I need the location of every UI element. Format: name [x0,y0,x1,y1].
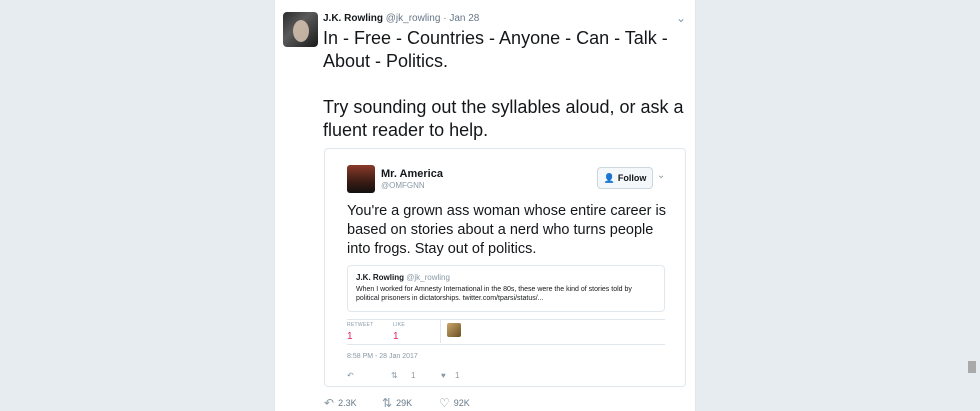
quoted-timestamp: 8:58 PM - 28 Jan 2017 [347,353,418,360]
retweet-button[interactable]: ⇅ 29K [382,396,412,410]
heart-icon: ♥ [441,371,446,380]
like-count: 92K [453,398,470,408]
author-handle[interactable]: @jk_rowling [386,13,441,24]
quoted-author-name: Mr. America [381,168,443,180]
quoted-author-handle: @OMFGNN [381,181,425,190]
author-avatar[interactable] [283,12,318,47]
reply-icon: ↶ [324,396,335,410]
heart-icon: ♡ [439,396,450,410]
chevron-down-icon[interactable]: ⌄ [676,11,686,25]
divider [440,320,441,343]
follow-button: 👤 Follow [597,167,653,189]
inner-header: J.K. Rowling @jk_rowling [356,273,450,282]
embedded-tweet-image[interactable]: Mr. America @OMFGNN 👤 Follow ⌄ You're a … [324,148,686,387]
follow-label: Follow [617,173,647,183]
retweet-icon: ⇅ [382,396,393,410]
tweet-header: J.K. Rowling @jk_rowling · Jan 28 [323,13,479,24]
author-name[interactable]: J.K. Rowling [323,13,383,24]
inner-quoted-tweet: J.K. Rowling @jk_rowling When I worked f… [347,265,665,312]
inner-author-handle: @jk_rowling [406,273,450,282]
scrollbar-thumb[interactable] [968,361,976,373]
quoted-text: You're a grown ass woman whose entire ca… [347,203,666,257]
liker-avatar [447,323,461,337]
retweet-stat: RETWEET 1 [347,322,374,342]
inner-text: When I worked for Amnesty International … [356,286,632,302]
retweet-icon: ⇅ [391,371,398,380]
divider [347,319,665,320]
reply-count: 2.3K [338,398,357,408]
chevron-down-icon: ⌄ [657,170,666,181]
like-stat: LIKE 1 [393,322,405,342]
quoted-like-count: 1 [455,371,460,380]
retweet-stat-value: 1 [347,331,353,342]
reply-icon: ↶ [347,371,354,380]
header-separator: · [443,13,447,24]
like-stat-label: LIKE [393,322,406,328]
tweet-text-line2: Try sounding out the syllables aloud, or… [323,97,684,140]
tweet-text: In - Free - Countries - Anyone - Can - T… [323,27,685,142]
quoted-avatar [347,165,375,193]
tweet-text-line1: In - Free - Countries - Anyone - Can - T… [323,28,668,71]
like-stat-value: 1 [393,331,399,342]
follow-user-icon: 👤 [603,172,615,183]
reply-button[interactable]: ↶ 2.3K [324,396,357,410]
divider [347,344,665,345]
inner-author-name: J.K. Rowling [356,273,404,282]
tweet-date[interactable]: Jan 28 [449,13,479,24]
retweet-stat-label: RETWEET [347,322,374,328]
retweet-count: 29K [396,398,413,408]
quoted-retweet-count: 1 [411,371,416,380]
like-button[interactable]: ♡ 92K [439,396,470,410]
